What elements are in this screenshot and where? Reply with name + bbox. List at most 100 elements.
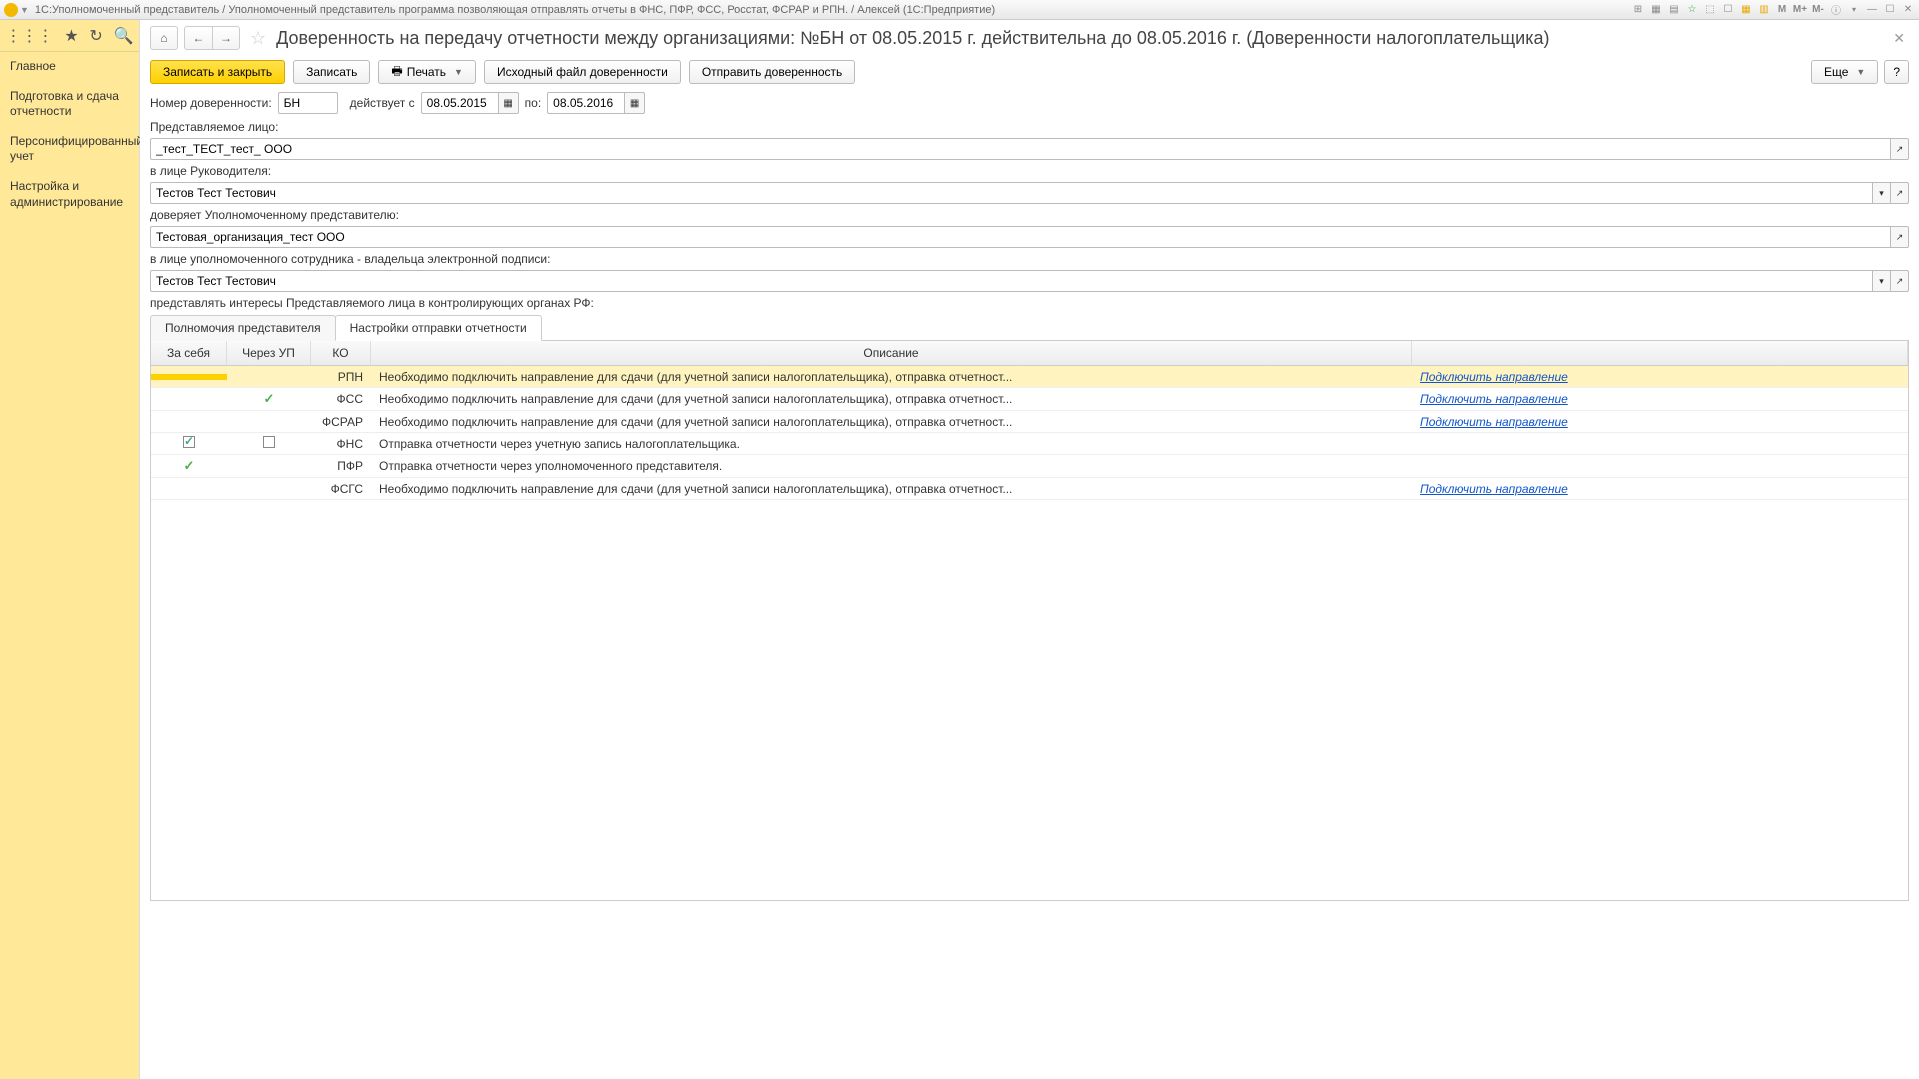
source-file-button[interactable]: Исходный файл доверенности	[484, 60, 681, 84]
apps-icon[interactable]: ⋮⋮⋮	[5, 26, 53, 46]
cell-ko: ФНС	[311, 434, 371, 454]
search-icon[interactable]: 🔍	[114, 26, 134, 46]
sidebar-item-personal[interactable]: Персонифицированный учет	[0, 127, 139, 172]
grid-empty-area	[151, 500, 1908, 900]
ti-2-icon[interactable]: ▦	[1649, 3, 1663, 17]
dd-icon[interactable]: ▾	[1847, 3, 1861, 17]
cell-desc: Необходимо подключить направление для сд…	[371, 479, 1412, 499]
save-button[interactable]: Записать	[293, 60, 370, 84]
page-title: Доверенность на передачу отчетности межд…	[276, 28, 1883, 49]
close-page-icon[interactable]: ✕	[1889, 26, 1909, 51]
tab-send-settings[interactable]: Настройки отправки отчетности	[335, 315, 542, 341]
sidebar-item-settings[interactable]: Настройка и администрирование	[0, 172, 139, 217]
form-area: Номер доверенности: действует с ▦ по: ▦ …	[140, 92, 1919, 911]
auth-dd-icon[interactable]: ▾	[1873, 270, 1891, 292]
calendar-to-icon[interactable]: ▦	[625, 92, 645, 114]
valid-to-input[interactable]	[547, 92, 625, 114]
grid-header: За себя Через УП КО Описание	[151, 341, 1908, 366]
sidebar-item-reports[interactable]: Подготовка и сдача отчетности	[0, 82, 139, 127]
close-window-icon[interactable]: ✕	[1901, 3, 1915, 17]
col-up[interactable]: Через УП	[227, 341, 311, 365]
app-dropdown-icon[interactable]: ▼	[20, 5, 29, 15]
more-button[interactable]: Еще▼	[1811, 60, 1878, 84]
checkbox[interactable]	[263, 436, 275, 448]
print-button[interactable]: 🖶Печать▼	[378, 60, 476, 84]
table-row[interactable]: ФСГСНеобходимо подключить направление дл…	[151, 478, 1908, 500]
connect-link[interactable]: Подключить направление	[1420, 392, 1568, 406]
ti-4-icon[interactable]: ☆	[1685, 3, 1699, 17]
mem-mplus-icon[interactable]: M+	[1793, 3, 1807, 17]
ti-8-icon[interactable]: ▥	[1757, 3, 1771, 17]
tab-powers[interactable]: Полномочия представителя	[150, 315, 336, 341]
ti-7-icon[interactable]: ▦	[1739, 3, 1753, 17]
cell-up: ✓	[227, 388, 311, 410]
ti-1-icon[interactable]: ⊞	[1631, 3, 1645, 17]
auth-emp-label: в лице уполномоченного сотрудника - влад…	[150, 252, 1909, 266]
history-icon[interactable]: ↻	[89, 26, 102, 46]
table-row[interactable]: ✓ПФРОтправка отчетности через уполномоче…	[151, 455, 1908, 478]
repr-face-label: Представляемое лицо:	[150, 120, 1909, 134]
home-button[interactable]: ⌂	[150, 26, 178, 50]
cell-self	[151, 433, 227, 454]
mem-mminus-icon[interactable]: M-	[1811, 3, 1825, 17]
open-head-icon[interactable]: ↗	[1891, 182, 1909, 204]
valid-from-input[interactable]	[421, 92, 499, 114]
save-close-button[interactable]: Записать и закрыть	[150, 60, 285, 84]
sidebar-tools: ⋮⋮⋮ ★ ↻ 🔍	[0, 20, 139, 52]
cell-ko: ФСГС	[311, 479, 371, 499]
open-auth-icon[interactable]: ↗	[1891, 270, 1909, 292]
forward-button[interactable]: →	[212, 26, 240, 50]
table-row[interactable]: ФСРАРНеобходимо подключить направление д…	[151, 411, 1908, 433]
cell-desc: Отправка отчетности через уполномоченног…	[371, 456, 1412, 476]
help-button[interactable]: ?	[1884, 60, 1909, 84]
cell-link	[1412, 441, 1908, 447]
auth-emp-input[interactable]	[150, 270, 1873, 292]
calendar-from-icon[interactable]: ▦	[499, 92, 519, 114]
mem-m-icon[interactable]: M	[1775, 3, 1789, 17]
cell-up	[227, 419, 311, 425]
back-button[interactable]: ←	[184, 26, 212, 50]
send-button[interactable]: Отправить доверенность	[689, 60, 855, 84]
cell-self	[151, 486, 227, 492]
col-ko[interactable]: КО	[311, 341, 371, 365]
open-repr-icon[interactable]: ↗	[1891, 138, 1909, 160]
connect-link[interactable]: Подключить направление	[1420, 482, 1568, 496]
cell-self	[151, 374, 227, 380]
repr-face-input[interactable]	[150, 138, 1891, 160]
ti-3-icon[interactable]: ▤	[1667, 3, 1681, 17]
minimize-icon[interactable]: —	[1865, 3, 1879, 17]
trusts-input[interactable]	[150, 226, 1891, 248]
cell-up	[227, 486, 311, 492]
table-row[interactable]: РПННеобходимо подключить направление для…	[151, 366, 1908, 388]
connect-link[interactable]: Подключить направление	[1420, 415, 1568, 429]
cell-up	[227, 433, 311, 454]
connect-link[interactable]: Подключить направление	[1420, 370, 1568, 384]
maximize-icon[interactable]: ☐	[1883, 3, 1897, 17]
ti-6-icon[interactable]: ☐	[1721, 3, 1735, 17]
cell-ko: ФСС	[311, 389, 371, 409]
table-row[interactable]: ФНСОтправка отчетности через учетную зап…	[151, 433, 1908, 455]
head-dd-icon[interactable]: ▾	[1873, 182, 1891, 204]
star-icon[interactable]: ★	[64, 26, 78, 46]
open-trusts-icon[interactable]: ↗	[1891, 226, 1909, 248]
titlebar: ▼ 1С:Уполномоченный представитель / Упол…	[0, 0, 1919, 20]
col-self[interactable]: За себя	[151, 341, 227, 365]
num-input[interactable]	[278, 92, 338, 114]
info-icon[interactable]: ⓘ	[1829, 3, 1843, 17]
cell-desc: Необходимо подключить направление для сд…	[371, 389, 1412, 409]
sidebar-item-main[interactable]: Главное	[0, 52, 139, 82]
ti-5-icon[interactable]: ⬚	[1703, 3, 1717, 17]
chevron-down-icon: ▼	[454, 67, 463, 77]
table-row[interactable]: ✓ФССНеобходимо подключить направление дл…	[151, 388, 1908, 411]
cell-desc: Необходимо подключить направление для сд…	[371, 412, 1412, 432]
trusts-label: доверяет Уполномоченному представителю:	[150, 208, 1909, 222]
print-label: Печать	[407, 65, 446, 79]
cell-link: Подключить направление	[1412, 389, 1908, 409]
toolbar: Записать и закрыть Записать 🖶Печать▼ Исх…	[140, 56, 1919, 92]
head-input[interactable]	[150, 182, 1873, 204]
window-title: 1С:Уполномоченный представитель / Уполно…	[35, 4, 1631, 16]
cell-desc: Необходимо подключить направление для сд…	[371, 367, 1412, 387]
checkbox-checked[interactable]	[183, 436, 195, 448]
col-desc[interactable]: Описание	[371, 341, 1412, 365]
favorite-icon[interactable]: ☆	[250, 28, 266, 49]
